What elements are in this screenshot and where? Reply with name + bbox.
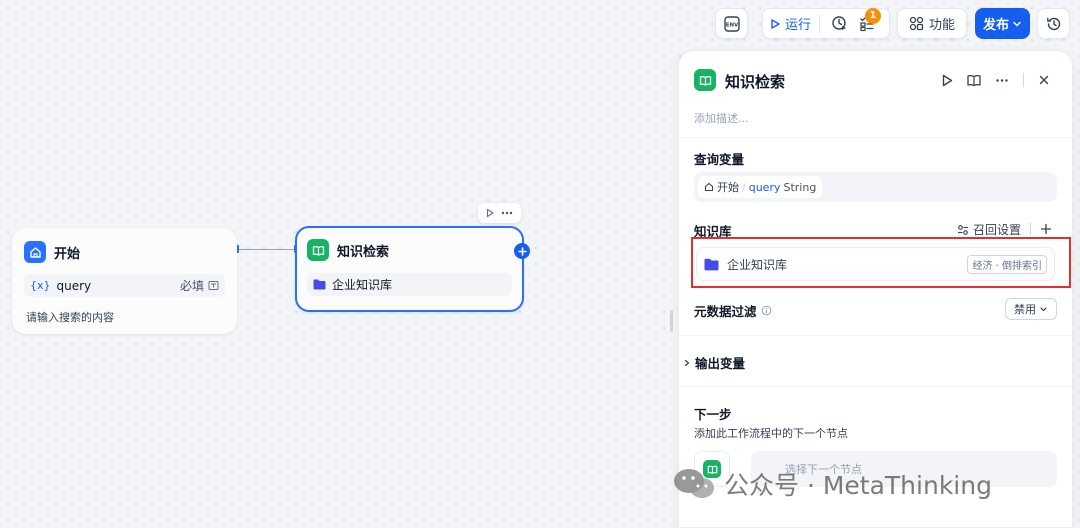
kr-kb-name: 企业知识库 bbox=[332, 278, 393, 292]
add-knowledge-icon[interactable] bbox=[1040, 223, 1052, 235]
checklist-badge: 1 bbox=[865, 7, 882, 24]
clock-play-icon bbox=[831, 16, 846, 30]
highlight-annotation bbox=[691, 237, 1071, 288]
separator bbox=[1023, 73, 1024, 87]
chevron-down-icon bbox=[1040, 306, 1047, 311]
start-var-row: {x} query 必填 bbox=[24, 274, 225, 297]
node-edge bbox=[238, 249, 295, 250]
query-var-name: query bbox=[748, 180, 781, 194]
metadata-filter-select[interactable]: 禁用 bbox=[1005, 298, 1057, 320]
query-variable-chip: 开始 / query String bbox=[698, 176, 823, 198]
checklist-button[interactable]: 1 bbox=[853, 7, 882, 36]
home-icon bbox=[24, 241, 46, 263]
start-node-header: 开始 bbox=[24, 241, 80, 263]
kr-node-title: 知识检索 bbox=[337, 244, 390, 260]
chevron-right-icon bbox=[684, 359, 690, 366]
output-variables-toggle[interactable]: 输出变量 bbox=[683, 353, 745, 372]
next-step-label: 下一步 bbox=[694, 407, 732, 422]
node-settings-panel: 知识检索 添加描述... 查询变量 开始 / query String 知识库 … bbox=[678, 50, 1073, 528]
play-icon[interactable] bbox=[941, 74, 953, 87]
more-icon[interactable] bbox=[995, 74, 1009, 87]
info-icon[interactable] bbox=[761, 305, 772, 316]
query-variable-selector[interactable]: 开始 / query String bbox=[694, 172, 1057, 202]
variable-icon: {x} bbox=[30, 279, 51, 292]
home-icon bbox=[704, 182, 714, 192]
env-icon: ENV bbox=[723, 15, 740, 32]
knowledge-retrieval-node[interactable]: 知识检索 企业知识库 bbox=[295, 226, 524, 312]
start-node-title: 开始 bbox=[54, 246, 81, 262]
kr-kb-row: 企业知识库 bbox=[307, 273, 512, 296]
required-label: 必填 bbox=[179, 279, 204, 293]
query-variable-label: 查询变量 bbox=[694, 152, 745, 167]
metadata-filter-label: 元数据过滤 bbox=[694, 304, 757, 319]
required-indicator: 必填 bbox=[180, 277, 219, 294]
folder-icon bbox=[313, 279, 326, 290]
divider bbox=[679, 386, 1072, 387]
query-source: 开始 bbox=[717, 181, 739, 194]
recall-settings-button[interactable]: 召回设置 bbox=[957, 221, 1021, 238]
more-icon[interactable] bbox=[500, 208, 514, 218]
output-variables-label: 输出变量 bbox=[695, 356, 746, 371]
version-history-button[interactable] bbox=[1037, 8, 1070, 39]
add-next-node-button[interactable] bbox=[514, 243, 530, 259]
panel-description-input[interactable]: 添加描述... bbox=[694, 110, 749, 126]
metadata-filter-row: 元数据过滤 bbox=[694, 301, 772, 320]
plus-icon bbox=[517, 246, 527, 256]
features-button[interactable]: 功能 bbox=[897, 8, 967, 39]
start-node-description: 请输入搜索的内容 bbox=[26, 311, 114, 324]
play-icon bbox=[771, 18, 780, 29]
query-separator: / bbox=[742, 180, 746, 194]
separator bbox=[1030, 223, 1031, 235]
close-icon[interactable] bbox=[1038, 74, 1050, 86]
panel-title[interactable]: 知识检索 bbox=[725, 71, 785, 92]
panel-resize-handle[interactable] bbox=[670, 310, 673, 332]
text-input-icon bbox=[208, 281, 219, 290]
history-run-button[interactable] bbox=[825, 12, 853, 36]
next-step-description: 添加此工作流程中的下一个节点 bbox=[694, 427, 848, 440]
query-var-type: String bbox=[783, 180, 817, 194]
env-text: ENV bbox=[725, 22, 738, 28]
book-icon bbox=[307, 239, 329, 261]
grid-icon bbox=[909, 16, 924, 31]
sliders-icon bbox=[958, 224, 968, 235]
env-button[interactable]: ENV bbox=[715, 8, 748, 39]
publish-button[interactable]: 发布 bbox=[975, 8, 1030, 39]
book-icon bbox=[694, 69, 716, 91]
kr-node-header: 知识检索 bbox=[307, 239, 389, 261]
divider bbox=[679, 335, 1072, 336]
features-label: 功能 bbox=[928, 18, 955, 33]
history-icon bbox=[1046, 17, 1060, 30]
run-toolbar-group: 运行 1 bbox=[762, 7, 890, 39]
start-node[interactable]: 开始 {x} query 必填 请输入搜索的内容 bbox=[12, 228, 237, 334]
recall-settings-label: 召回设置 bbox=[973, 223, 1022, 237]
watermark-text: 公众号 · MetaThinking bbox=[724, 471, 992, 500]
run-button[interactable]: 运行 bbox=[769, 14, 821, 33]
wechat-icon bbox=[674, 469, 714, 498]
run-label: 运行 bbox=[785, 18, 812, 33]
start-var-name: query bbox=[56, 278, 92, 293]
publish-label: 发布 bbox=[982, 18, 1009, 33]
panel-actions bbox=[941, 73, 1050, 87]
watermark: 公众号 · MetaThinking bbox=[672, 466, 992, 502]
metadata-filter-value: 禁用 bbox=[1014, 303, 1036, 316]
play-icon[interactable] bbox=[485, 208, 495, 218]
node-action-toolbar bbox=[478, 203, 521, 223]
chevron-down-icon bbox=[1013, 21, 1021, 27]
divider bbox=[679, 137, 1072, 138]
help-doc-icon[interactable] bbox=[967, 74, 981, 87]
